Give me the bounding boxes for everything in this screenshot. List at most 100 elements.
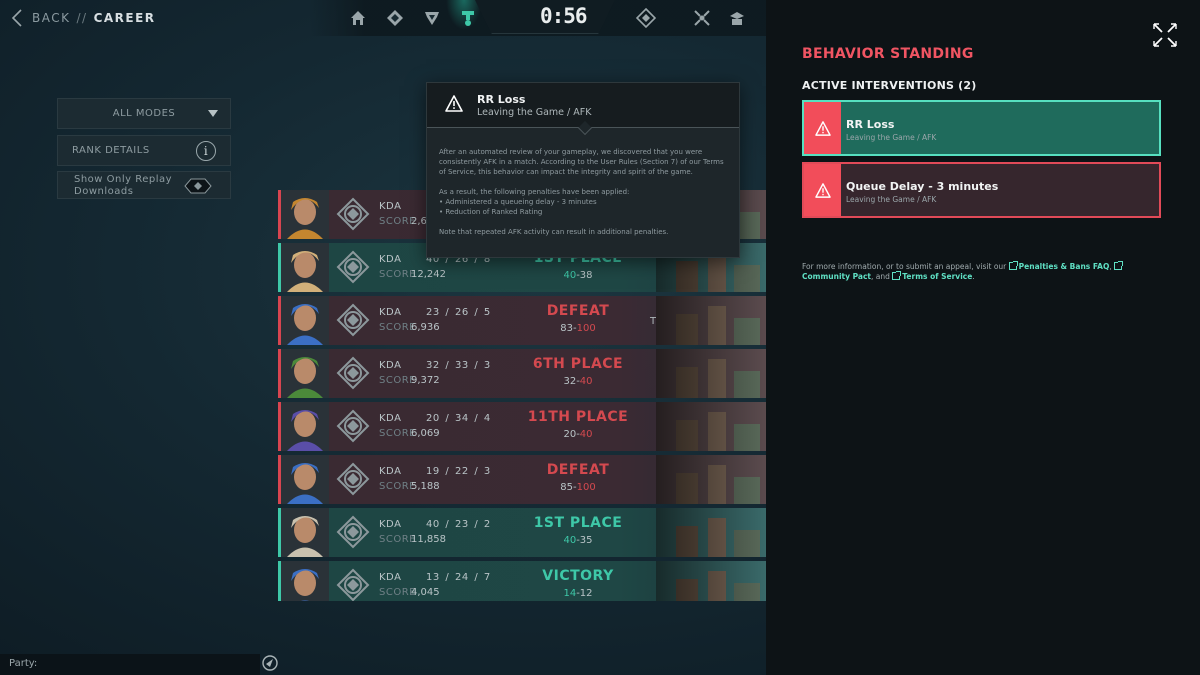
tooltip-paragraph: Note that repeated AFK activity can resu… [439,228,669,236]
top-navigation: BACK // CAREER 0:56 [0,0,766,36]
round-score-b: 40 [579,429,593,440]
battlepass-icon[interactable] [635,7,657,29]
rank-details-button[interactable]: RANK DETAILS i [57,135,231,166]
party-label: Party: [9,658,38,669]
round-score-a: 40 [563,270,577,281]
penalties-faq-label: Penalties & Bans FAQ [1018,262,1110,271]
kda-label: KDA [379,466,402,477]
kda-value: 13 / 24 / 7 [426,572,491,583]
score-value: 12,242 [411,269,446,280]
party-bar[interactable]: Party: [0,654,260,675]
match-row[interactable]: KDA 40 / 23 / 2 SCORE 11,858 1ST PLACE 40-35 [278,508,766,557]
close-icon[interactable] [1152,22,1178,48]
round-score-a: 85 [560,482,574,493]
rank-icon [336,197,370,231]
score-value: 11,858 [411,534,446,545]
round-score-a: 32 [563,376,577,387]
kda-value: 23 / 26 / 5 [426,307,491,318]
intervention-subtitle: Leaving the Game / AFK [846,195,937,204]
career-icon[interactable] [458,8,478,28]
match-row[interactable]: KDA 32 / 33 / 3 SCORE 9,372 6TH PLACE 32-40 [278,349,766,398]
page-title: CAREER [93,11,156,25]
info-icon[interactable]: i [196,141,216,161]
warning-icon [445,95,463,112]
agent-portrait [281,190,329,239]
tooltip-penalty-list: As a result, the following penalties hav… [439,187,731,217]
map-thumbnail [656,349,766,398]
rank-icon [336,356,370,390]
agent-portrait [281,243,329,292]
back-button[interactable]: BACK // CAREER [10,7,156,29]
intervention-icon-box [804,102,841,154]
intervention-icon-box [804,164,841,216]
kda-value: 32 / 33 / 3 [426,360,491,371]
agents-icon[interactable] [422,8,442,28]
kda-label: KDA [379,360,402,371]
replay-filter: Show Only Replay Downloads [57,171,231,199]
match-result: DEFEAT [546,303,610,319]
behavior-standing-panel: BEHAVIOR STANDING ACTIVE INTERVENTIONS (… [766,0,1200,675]
round-score-a: 83 [560,323,574,334]
tooltip-bullet: • Reduction of Ranked Rating [439,208,543,216]
match-row[interactable]: KDA 20 / 34 / 4 SCORE 6,069 11TH PLACE 20-40 [278,402,766,451]
match-result: 11TH PLACE [527,409,629,425]
intervention-title: Queue Delay - 3 minutes [846,180,999,193]
intervention-card-queue-delay[interactable]: Queue Delay - 3 minutes Leaving the Game… [802,162,1161,218]
penalty-tooltip: RR Loss Leaving the Game / AFK After an … [426,82,740,258]
kda-label: KDA [379,254,402,265]
caret-down-icon [208,110,218,117]
round-score-a: 14 [563,588,577,599]
kda-value: 20 / 34 / 4 [426,413,491,424]
tooltip-paragraph: As a result, the following penalties hav… [439,188,630,196]
round-score: 85-100 [508,482,648,493]
match-row[interactable]: KDA 13 / 24 / 7 SCORE 4,045 VICTORY 14-12 [278,561,766,601]
round-score: 40-38 [508,270,648,281]
round-score: 40-35 [508,535,648,546]
match-row[interactable]: KDA 19 / 22 / 3 SCORE 5,188 DEFEAT 85-100 [278,455,766,504]
terms-of-service-link[interactable]: Terms of Service [892,271,973,281]
kda-label: KDA [379,572,402,583]
match-row[interactable]: KDA23 / 26 / 5SCORE6,936DEFEAT83-100TEAM… [278,296,766,345]
match-result: 1ST PLACE [533,515,623,531]
map-thumbnail [656,508,766,557]
mode-filter-dropdown[interactable]: ALL MODES [57,98,231,129]
agent-portrait [281,349,329,398]
map-thumbnail [656,455,766,504]
tooltip-paragraph: After an automated review of your gamepl… [439,148,724,176]
map-thumbnail [656,402,766,451]
and-text: , and [871,272,890,281]
social-icon[interactable] [692,8,712,28]
panel-subtitle: ACTIVE INTERVENTIONS (2) [802,79,977,92]
tooltip-title: RR Loss [477,93,526,106]
collection-icon[interactable] [385,8,405,28]
party-settings-icon[interactable] [262,655,278,671]
home-icon[interactable] [348,8,368,28]
external-link-icon [892,271,902,280]
kda-label: KDA [379,519,402,530]
map-thumbnail [656,561,766,601]
agent-portrait [281,402,329,451]
rank-details-label: RANK DETAILS [72,145,150,156]
replay-toggle[interactable] [184,178,212,194]
match-result: 6TH PLACE [532,356,624,372]
penalties-faq-link[interactable]: Penalties & Bans FAQ [1008,261,1110,271]
back-label: BACK [32,11,71,25]
terms-of-service-label: Terms of Service [902,272,973,281]
queue-timer: 0:56 [540,4,588,28]
score-value: 4,045 [411,587,440,598]
rank-icon [336,515,370,549]
external-link-icon [1114,261,1124,270]
agent-portrait [281,561,329,601]
match-result: VICTORY [542,568,614,584]
kda-value: 19 / 22 / 3 [426,466,491,477]
score-value: 5,188 [411,481,440,492]
warning-icon [814,120,831,136]
intervention-card-rr-loss[interactable]: RR Loss Leaving the Game / AFK [802,100,1161,156]
score-value: 9,372 [411,375,440,386]
round-score-a: 20 [563,429,577,440]
store-icon[interactable] [727,8,747,28]
round-score-b: 35 [579,535,593,546]
intervention-subtitle: Leaving the Game / AFK [846,133,937,142]
tooltip-subtitle: Leaving the Game / AFK [477,107,592,118]
round-score-b: 100 [576,323,596,334]
